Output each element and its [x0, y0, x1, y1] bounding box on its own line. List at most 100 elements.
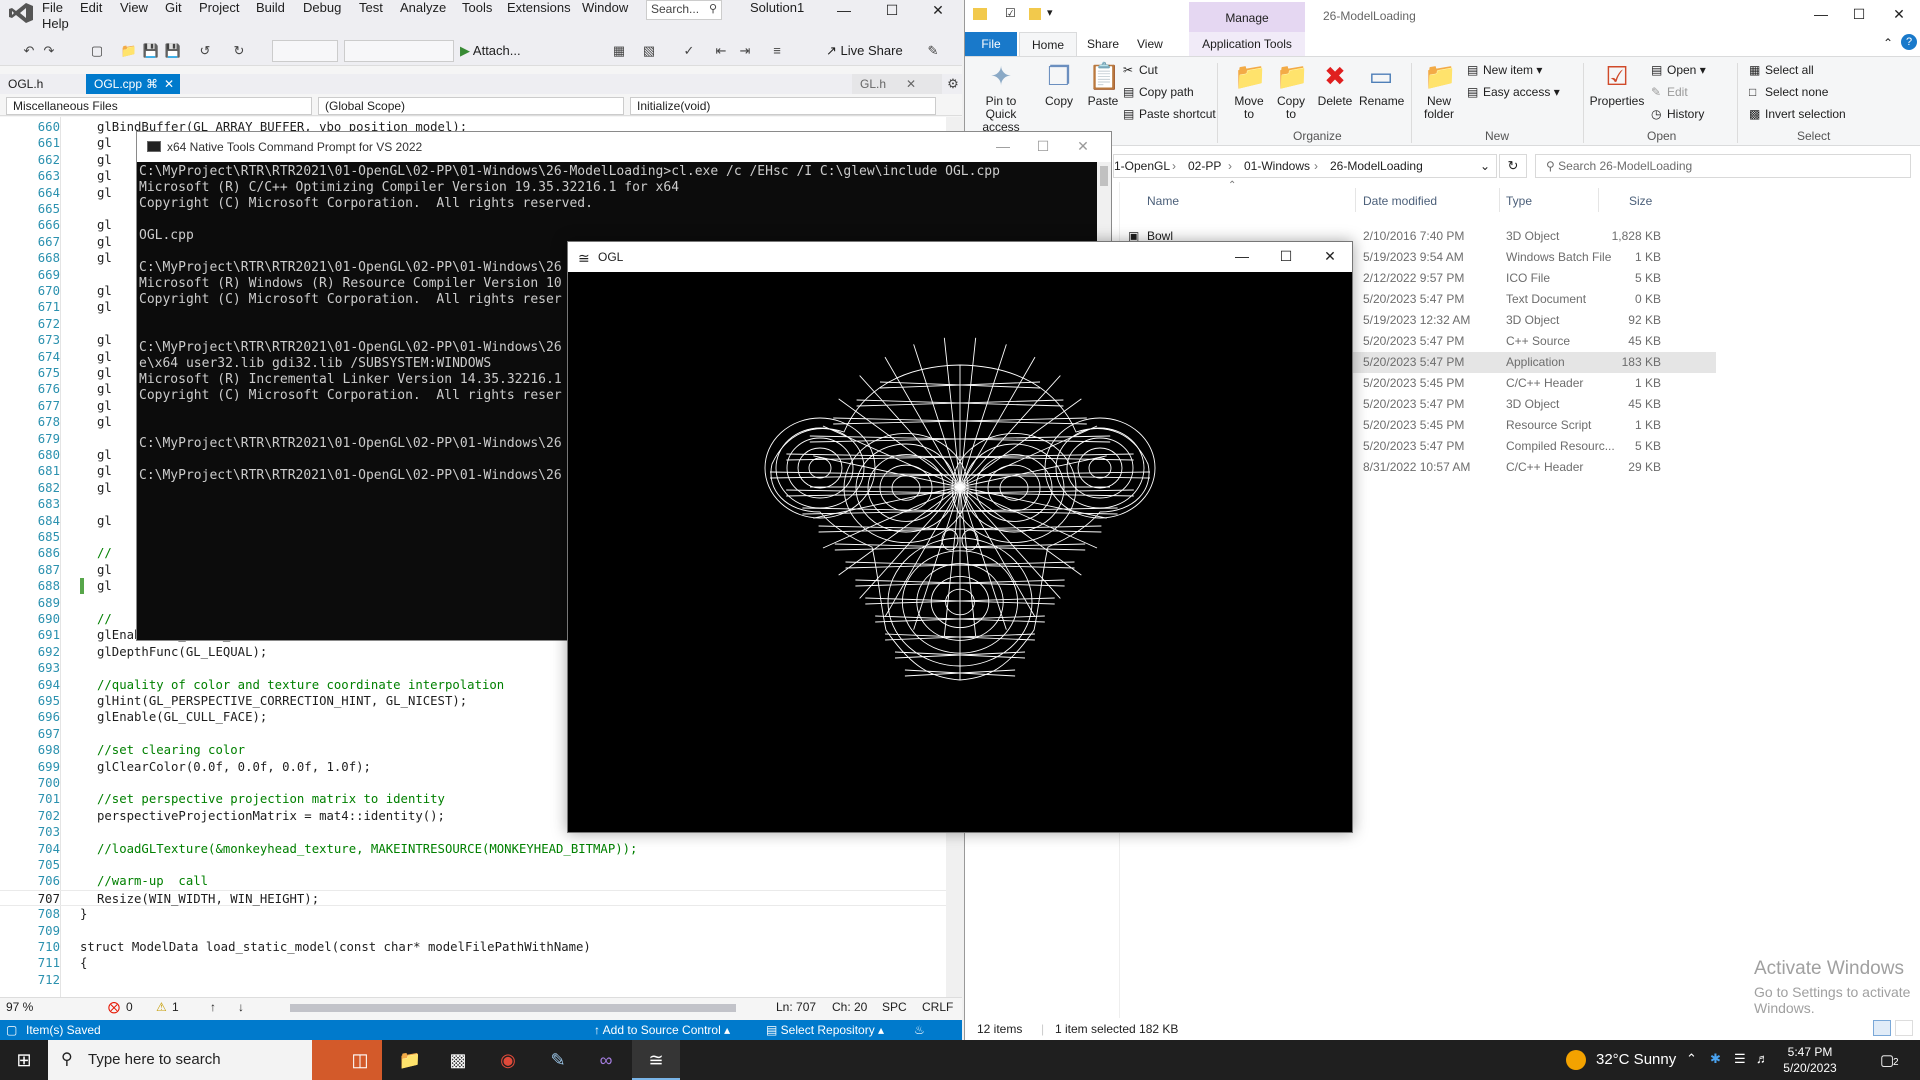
toolbar-icon-e[interactable]: ≡	[768, 42, 786, 60]
ogl-close-button[interactable]: ✕	[1308, 246, 1352, 266]
code-line[interactable]: 712	[0, 972, 946, 988]
ribbon-tab-home[interactable]: Home	[1019, 32, 1078, 56]
rename-button[interactable]: ▭ Rename	[1359, 61, 1404, 108]
breadcrumb-item[interactable]: 26-ModelLoading	[1330, 159, 1423, 173]
edit-button[interactable]: ✎ Edit	[1651, 85, 1688, 99]
arrow-down-icon[interactable]: ↓	[238, 1000, 244, 1014]
notepad-taskbar-icon[interactable]: ✎	[534, 1040, 582, 1080]
delete-button[interactable]: ✖ Delete	[1317, 61, 1353, 108]
windows-start-icon[interactable]: ⊞	[0, 1040, 48, 1080]
ogl-maximize-button[interactable]: ☐	[1264, 246, 1308, 266]
menu-git[interactable]: Git	[165, 0, 182, 15]
explorer-maximize-button[interactable]: ☐	[1837, 4, 1881, 24]
new-item-icon[interactable]: ▢	[88, 42, 106, 60]
column-header-size[interactable]: Size	[1629, 194, 1652, 208]
address-box[interactable]: 1-OpenGL › 02-PP › 01-Windows › 26-Model…	[1113, 154, 1497, 178]
large-icons-view-icon[interactable]	[1895, 1020, 1913, 1036]
collapse-ribbon-icon[interactable]: ⌃	[1883, 36, 1893, 50]
save-all-icon[interactable]: 💾	[164, 42, 182, 60]
configuration-combo[interactable]	[272, 40, 338, 62]
file-explorer-taskbar-icon[interactable]: 📁	[386, 1040, 434, 1080]
show-hidden-icons-icon[interactable]: ⌃	[1686, 1051, 1697, 1067]
member-combo[interactable]: Initialize(void)	[630, 97, 936, 115]
vs-minimize-button[interactable]: —	[822, 0, 866, 20]
code-line[interactable]: 710 struct ModelData load_static_model(co…	[0, 939, 946, 955]
breadcrumb-item[interactable]: 1-OpenGL	[1114, 159, 1170, 173]
menu-analyze[interactable]: Analyze	[400, 0, 446, 15]
pin-icon[interactable]: ⌘	[146, 74, 158, 94]
code-line[interactable]: 704 //loadGLTexture(&monkeyhead_texture, …	[0, 841, 946, 857]
paste-shortcut-button[interactable]: ▤ Paste shortcut	[1123, 107, 1216, 121]
ribbon-tab-share[interactable]: Share	[1075, 32, 1131, 56]
tab-ogl-cpp[interactable]: OGL.cpp ⌘ ✕	[86, 74, 180, 94]
code-line[interactable]: 709	[0, 923, 946, 939]
paste-button[interactable]: 📋 Paste	[1085, 61, 1121, 108]
attach-button[interactable]: ▶ Attach...	[460, 40, 521, 62]
toolbar-icon-d[interactable]: ⇥	[736, 42, 754, 60]
column-header-name[interactable]: Name	[1147, 194, 1179, 208]
chevron-down-icon[interactable]: ⌄	[1480, 159, 1490, 173]
breadcrumb-item[interactable]: 02-PP	[1188, 159, 1221, 173]
vs-close-button[interactable]: ✕	[916, 0, 960, 20]
menu-help[interactable]: Help	[42, 16, 69, 31]
history-button[interactable]: ◷ History	[1651, 107, 1704, 121]
save-icon[interactable]: 💾	[142, 42, 160, 60]
open-folder-icon[interactable]: 📁	[120, 42, 138, 60]
live-share-button[interactable]: ↗ Live Share	[826, 43, 903, 59]
refresh-icon[interactable]: ↻	[1499, 154, 1527, 178]
cmd-minimize-button[interactable]: —	[981, 136, 1025, 156]
new-item-button[interactable]: ▤ New item ▾	[1467, 63, 1542, 77]
new-folder-button[interactable]: 📁 New folder	[1417, 61, 1461, 121]
code-line[interactable]: 707 Resize(WIN_WIDTH, WIN_HEIGHT);	[0, 889, 946, 906]
scope-combo[interactable]: (Global Scope)	[318, 97, 624, 115]
whitespace-mode[interactable]: SPC	[882, 1000, 907, 1014]
menu-test[interactable]: Test	[359, 0, 383, 15]
code-line[interactable]: 711 {	[0, 955, 946, 971]
menu-extensions[interactable]: Extensions	[507, 0, 571, 15]
explorer-close-button[interactable]: ✕	[1877, 4, 1920, 24]
ribbon-tab-application-tools[interactable]: Application Tools	[1189, 32, 1305, 56]
select-all-button[interactable]: ▦ Select all	[1749, 63, 1814, 77]
back-icon[interactable]: ↶	[20, 42, 38, 60]
menu-window[interactable]: Window	[582, 0, 628, 15]
customize-quick-access-icon[interactable]: ▾	[1047, 6, 1053, 19]
copy-path-button[interactable]: ▤ Copy path	[1123, 85, 1194, 99]
ogl-minimize-button[interactable]: —	[1220, 246, 1264, 266]
vs-maximize-button[interactable]: ☐	[870, 0, 914, 20]
forward-icon[interactable]: ↷	[40, 42, 58, 60]
easy-access-button[interactable]: ▤ Easy access ▾	[1467, 85, 1560, 99]
taskbar-search-box[interactable]: ⚲ Type here to search	[48, 1040, 382, 1080]
menu-view[interactable]: View	[120, 0, 148, 15]
line-ending[interactable]: CRLF	[922, 1000, 953, 1014]
bluetooth-icon[interactable]: ✱	[1710, 1051, 1721, 1067]
menu-file[interactable]: File	[42, 0, 63, 15]
visual-studio-taskbar-icon[interactable]: ∞	[582, 1040, 630, 1080]
toolbar-icon-c[interactable]: ⇤	[712, 42, 730, 60]
column-header-type[interactable]: Type	[1506, 194, 1532, 208]
error-icon[interactable]: ⨂	[108, 1000, 120, 1014]
cmd-close-button[interactable]: ✕	[1061, 136, 1105, 156]
weather-text[interactable]: 32°C Sunny	[1596, 1051, 1676, 1068]
monkey-head-wireframe-render[interactable]	[568, 272, 1352, 832]
volume-icon[interactable]: ♬	[1756, 1051, 1769, 1066]
toolbar-icon-a[interactable]: ▦	[610, 42, 628, 60]
menu-edit[interactable]: Edit	[80, 0, 102, 15]
new-folder-quick-icon[interactable]	[1029, 8, 1041, 20]
toolbar-icon-b[interactable]: ▧	[640, 42, 658, 60]
tab-ogl-h[interactable]: OGL.h	[0, 74, 84, 94]
help-icon[interactable]: ?	[1901, 34, 1917, 50]
breadcrumb-item[interactable]: 01-Windows	[1244, 159, 1310, 173]
menu-build[interactable]: Build	[256, 0, 285, 15]
invert-selection-button[interactable]: ▩ Invert selection	[1749, 107, 1846, 121]
copy-button[interactable]: ❐ Copy	[1041, 61, 1077, 108]
properties-quick-icon[interactable]: ☑	[1005, 6, 1016, 20]
column-header-date[interactable]: Date modified	[1363, 194, 1437, 208]
chrome-taskbar-icon[interactable]: ◉	[484, 1040, 532, 1080]
code-line[interactable]: 705	[0, 857, 946, 873]
taskbar-clock[interactable]: 5:47 PM 5/20/2023	[1774, 1044, 1846, 1076]
menu-tools[interactable]: Tools	[462, 0, 492, 15]
feedback-icon[interactable]: ✎	[924, 42, 942, 60]
notification-bell-icon[interactable]: ♨	[914, 1023, 925, 1037]
menu-debug[interactable]: Debug	[303, 0, 341, 15]
properties-button[interactable]: ☑ Properties	[1589, 61, 1645, 108]
